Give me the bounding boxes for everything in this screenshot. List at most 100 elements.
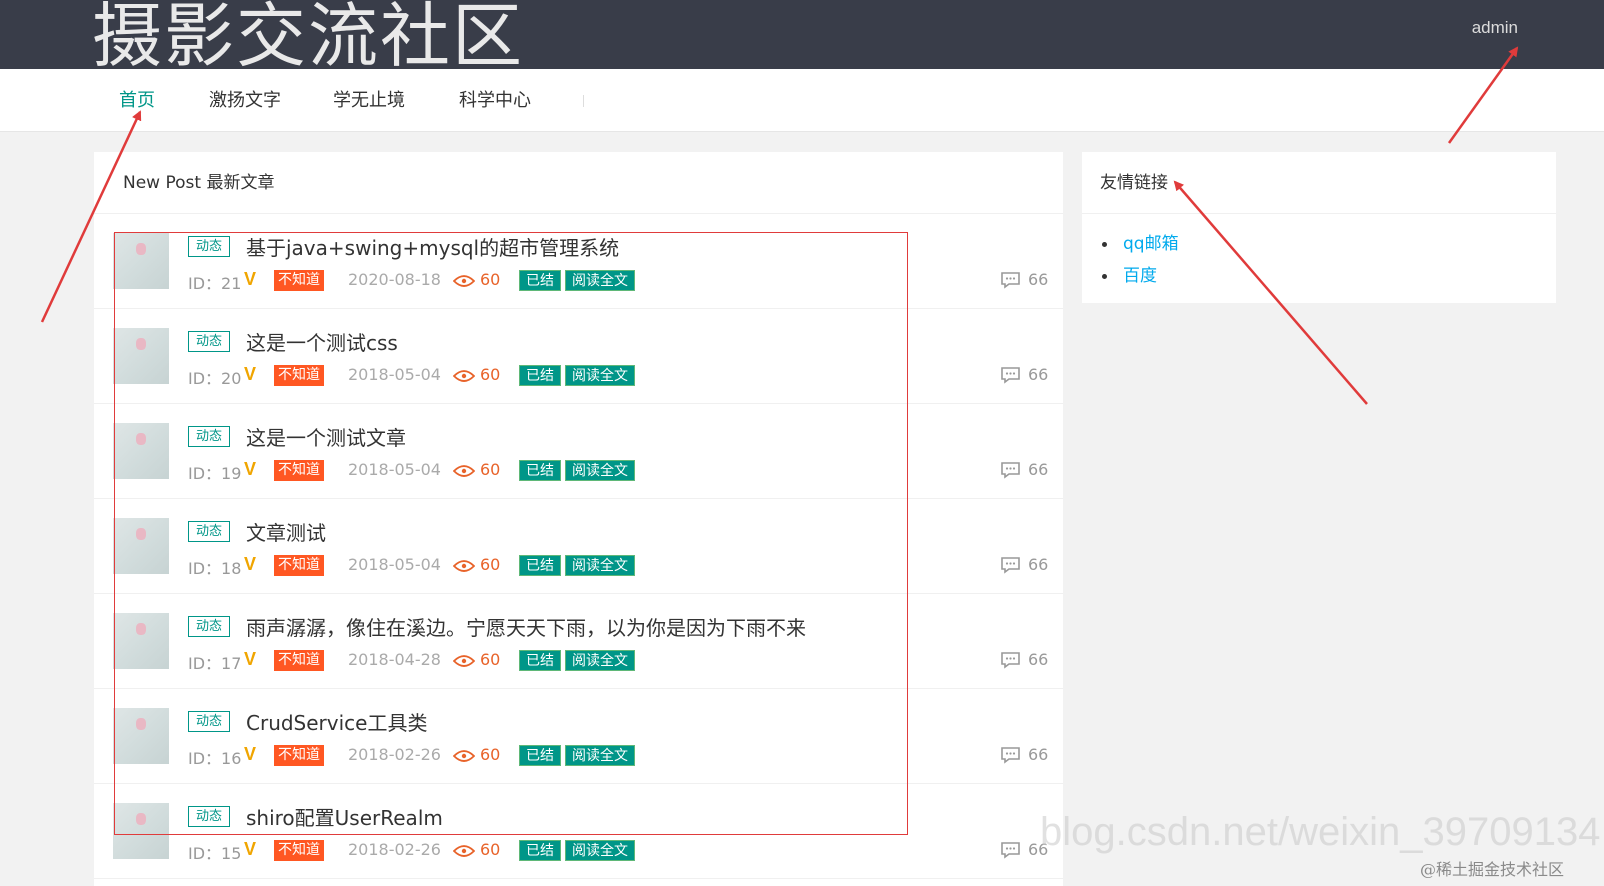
friend-links-heading: 友情链接: [1082, 152, 1556, 214]
post-category-tag: 动态: [188, 426, 231, 447]
friend-link-qqmail[interactable]: qq邮箱: [1123, 234, 1179, 254]
post-category-tag: 动态: [188, 331, 231, 352]
post-view-count: 60: [480, 555, 501, 574]
post-thumbnail[interactable]: [113, 328, 169, 384]
friend-link-baidu[interactable]: 百度: [1123, 266, 1157, 286]
verified-icon: V: [244, 269, 257, 289]
verified-icon: V: [244, 744, 257, 764]
post-title[interactable]: shiro配置UserRealm: [246, 802, 443, 831]
post-meta: ID：15 V 不知道 2018-02-26 60 已结 阅读全文 66: [188, 839, 1048, 863]
post-item[interactable]: 动态 CrudService工具类 ID：16 V 不知道 2018-02-26…: [94, 689, 1063, 784]
post-thumbnail[interactable]: [113, 518, 169, 574]
read-more-button[interactable]: 阅读全文: [565, 745, 635, 766]
verified-icon: V: [244, 364, 257, 384]
read-more-button[interactable]: 阅读全文: [565, 555, 635, 576]
post-status-badge: 已结: [519, 270, 561, 291]
read-more-button[interactable]: 阅读全文: [565, 840, 635, 861]
post-date: 2018-05-04: [348, 460, 441, 479]
post-title[interactable]: 这是一个测试css: [246, 327, 398, 356]
comment-icon: [1001, 272, 1020, 289]
post-status-badge: 已结: [519, 650, 561, 671]
post-category-tag: 动态: [188, 806, 231, 827]
nav-divider: [583, 95, 584, 107]
comment-icon: [1001, 747, 1020, 764]
post-title[interactable]: 雨声潺潺，像住在溪边。宁愿天天下雨，以为你是因为下雨不来: [246, 612, 806, 641]
post-item[interactable]: 动态 这是一个测试css ID：20 V 不知道 2018-05-04 60 已…: [94, 309, 1063, 404]
post-badge: 不知道: [274, 460, 324, 481]
post-item[interactable]: 动态 shiro配置UserRealm ID：15 V 不知道 2018-02-…: [94, 784, 1063, 879]
friend-link-item: qq邮箱: [1100, 228, 1556, 260]
post-thumbnail[interactable]: [113, 613, 169, 669]
post-comment-count: 66: [1028, 650, 1049, 669]
comment-icon: [1001, 652, 1020, 669]
post-title[interactable]: 文章测试: [246, 517, 326, 546]
post-thumbnail[interactable]: [113, 708, 169, 764]
post-comment-count: 66: [1028, 555, 1049, 574]
friend-links-list: qq邮箱 百度: [1082, 214, 1556, 292]
post-view-count: 60: [480, 460, 501, 479]
post-id: ID：17: [188, 654, 242, 673]
post-id: ID：20: [188, 369, 242, 388]
nav-item-home[interactable]: 首页: [119, 86, 155, 112]
read-more-button[interactable]: 阅读全文: [565, 365, 635, 386]
post-item[interactable]: 动态 基于java+swing+mysql的超市管理系统 ID：21 V 不知道…: [94, 214, 1063, 309]
nav-item-science[interactable]: 科学中心: [459, 86, 531, 112]
post-badge: 不知道: [274, 270, 324, 291]
post-view-count: 60: [480, 745, 501, 764]
post-title[interactable]: 基于java+swing+mysql的超市管理系统: [246, 232, 619, 261]
post-item[interactable]: 动态 雨声潺潺，像住在溪边。宁愿天天下雨，以为你是因为下雨不来 ID：17 V …: [94, 594, 1063, 689]
post-meta: ID：16 V 不知道 2018-02-26 60 已结 阅读全文 66: [188, 744, 1049, 768]
post-id: ID：16: [188, 749, 242, 768]
post-badge: 不知道: [274, 365, 324, 386]
post-badge: 不知道: [274, 745, 324, 766]
post-status-badge: 已结: [519, 745, 561, 766]
post-status-badge: 已结: [519, 555, 561, 576]
eye-icon: [453, 750, 475, 762]
post-date: 2018-05-04: [348, 555, 441, 574]
post-category-tag: 动态: [188, 521, 231, 542]
post-meta: ID：19 V 不知道 2018-05-04 60 已结 阅读全文 66: [188, 459, 1048, 483]
latest-posts-panel: New Post 最新文章 动态 基于java+swing+mysql的超市管理…: [94, 152, 1063, 886]
site-logo[interactable]: 摄影交流社区: [92, 0, 524, 69]
comment-icon: [1001, 462, 1020, 479]
post-thumbnail[interactable]: [113, 803, 169, 859]
post-comment-count: 66: [1028, 745, 1049, 764]
post-category-tag: 动态: [188, 236, 231, 257]
post-item[interactable]: 动态 文章测试 ID：18 V 不知道 2018-05-04 60 已结 阅读全…: [94, 499, 1063, 594]
friend-links-panel: 友情链接 qq邮箱 百度: [1082, 152, 1556, 303]
post-title[interactable]: CrudService工具类: [246, 707, 427, 736]
comment-icon: [1001, 842, 1020, 859]
read-more-button[interactable]: 阅读全文: [565, 270, 635, 291]
post-id: ID：18: [188, 559, 242, 578]
top-header: 摄影交流社区 admin: [0, 0, 1604, 69]
read-more-button[interactable]: 阅读全文: [565, 460, 635, 481]
read-more-button[interactable]: 阅读全文: [565, 650, 635, 671]
post-date: 2018-05-04: [348, 365, 441, 384]
post-category-tag: 动态: [188, 711, 231, 732]
user-menu[interactable]: admin: [1472, 18, 1518, 38]
post-title[interactable]: 这是一个测试文章: [246, 422, 406, 451]
post-meta: ID：20 V 不知道 2018-05-04 60 已结 阅读全文 66: [188, 364, 1049, 388]
post-item[interactable]: 动态 这是一个测试文章 ID：19 V 不知道 2018-05-04 60 已结…: [94, 404, 1063, 499]
post-comment-count: 66: [1028, 270, 1049, 289]
post-comment-count: 66: [1028, 365, 1049, 384]
post-thumbnail[interactable]: [113, 233, 169, 289]
post-badge: 不知道: [274, 840, 324, 861]
watermark-url: blog.csdn.net/weixin_39709134: [1040, 810, 1601, 854]
post-date: 2018-02-26: [348, 840, 441, 859]
watermark-tag: @稀土掘金技术社区: [1420, 860, 1565, 879]
friend-link-item: 百度: [1100, 260, 1556, 292]
post-view-count: 60: [480, 270, 501, 289]
comment-icon: [1001, 367, 1020, 384]
post-meta: ID：21 V 不知道 2020-08-18 60 已结 阅读全文 66: [188, 269, 1049, 293]
nav-item-learning[interactable]: 学无止境: [333, 86, 405, 112]
post-thumbnail[interactable]: [113, 423, 169, 479]
post-view-count: 60: [480, 365, 501, 384]
nav-item-writing[interactable]: 激扬文字: [209, 86, 281, 112]
latest-posts-heading: New Post 最新文章: [94, 152, 1063, 214]
eye-icon: [453, 560, 475, 572]
post-view-count: 60: [480, 840, 501, 859]
comment-icon: [1001, 557, 1020, 574]
eye-icon: [453, 655, 475, 667]
post-status-badge: 已结: [519, 840, 561, 861]
